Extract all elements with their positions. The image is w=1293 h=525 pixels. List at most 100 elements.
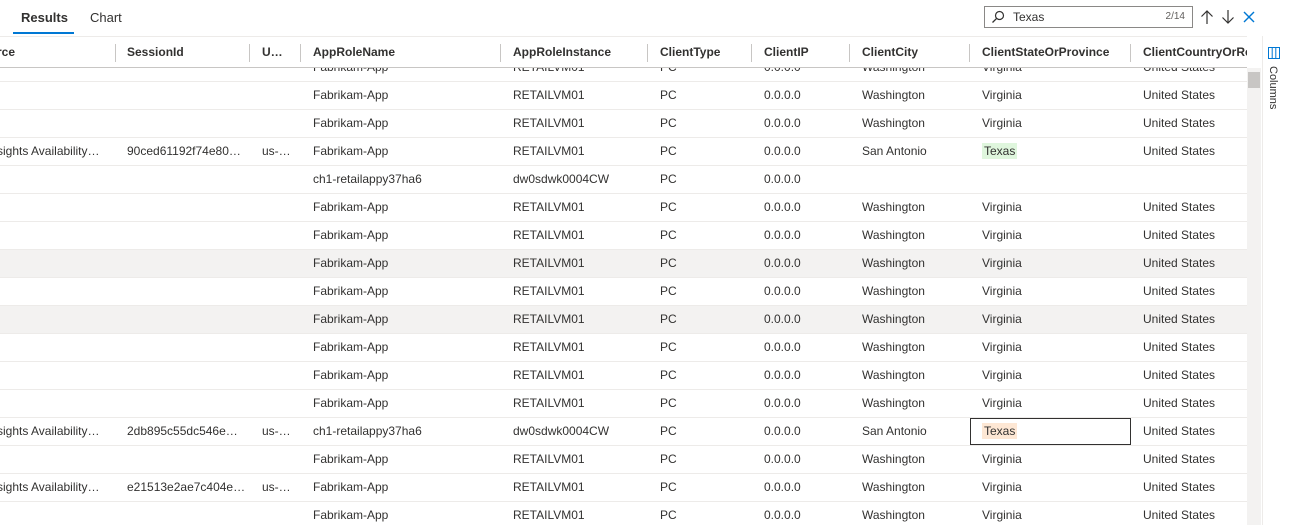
cell-session-id[interactable]: [127, 110, 245, 138]
cell-client-city[interactable]: San Antonio: [862, 138, 968, 166]
cell-client-state[interactable]: Virginia: [982, 306, 1130, 334]
cell-session-id[interactable]: 2db895c55dc546e…: [127, 418, 245, 446]
cell-client-city[interactable]: San Antonio: [862, 418, 968, 446]
cell-app-role-name[interactable]: Fabrikam-App: [313, 474, 503, 502]
cell-app-role-name[interactable]: Fabrikam-App: [313, 502, 503, 525]
cell-user[interactable]: [262, 194, 296, 222]
table-row[interactable]: Fabrikam-App RETAILVM01 PC 0.0.0.0 Washingto…: [0, 82, 1247, 110]
cell-client-country[interactable]: United States: [1143, 278, 1247, 306]
cell-client-type[interactable]: PC: [660, 166, 750, 194]
cell-client-state[interactable]: Virginia: [982, 82, 1130, 110]
cell-client-country[interactable]: United States: [1143, 110, 1247, 138]
cell-client-country[interactable]: United States: [1143, 446, 1247, 474]
cell-source[interactable]: [0, 446, 109, 474]
cell-app-role-name[interactable]: Fabrikam-App: [313, 194, 503, 222]
cell-source[interactable]: [0, 250, 109, 278]
cell-client-city[interactable]: Washington: [862, 194, 968, 222]
cell-client-state[interactable]: Virginia: [982, 362, 1130, 390]
cell-app-role-instance[interactable]: RETAILVM01: [513, 222, 643, 250]
cell-client-ip[interactable]: 0.0.0.0: [764, 362, 848, 390]
cell-client-city[interactable]: Washington: [862, 502, 968, 525]
cell-source[interactable]: [0, 82, 109, 110]
cell-client-city[interactable]: Washington: [862, 390, 968, 418]
cell-user[interactable]: [262, 110, 296, 138]
cell-client-state[interactable]: Virginia: [982, 502, 1130, 525]
cell-client-ip[interactable]: 0.0.0.0: [764, 278, 848, 306]
scrollbar-thumb[interactable]: [1248, 72, 1260, 88]
table-row[interactable]: sights Availability… e21513e2ae7c404e… us-…: [0, 474, 1247, 502]
cell-user[interactable]: [262, 166, 296, 194]
cell-client-ip[interactable]: 0.0.0.0: [764, 474, 848, 502]
column-header[interactable]: ClientType: [660, 37, 750, 68]
cell-client-type[interactable]: PC: [660, 82, 750, 110]
table-row[interactable]: Fabrikam-App RETAILVM01 PC 0.0.0.0 Washingto…: [0, 110, 1247, 138]
cell-session-id[interactable]: [127, 222, 245, 250]
cell-client-city[interactable]: Washington: [862, 250, 968, 278]
cell-session-id[interactable]: [127, 362, 245, 390]
cell-client-state[interactable]: Virginia: [982, 474, 1130, 502]
cell-client-state[interactable]: Virginia: [982, 446, 1130, 474]
cell-user[interactable]: us-…: [262, 138, 296, 166]
cell-app-role-name[interactable]: Fabrikam-App: [313, 222, 503, 250]
cell-app-role-name[interactable]: Fabrikam-App: [313, 82, 503, 110]
cell-app-role-instance[interactable]: RETAILVM01: [513, 110, 643, 138]
cell-app-role-name[interactable]: Fabrikam-App: [313, 390, 503, 418]
column-header[interactable]: ClientStateOrProvince: [982, 37, 1130, 68]
column-resize-handle[interactable]: [1130, 44, 1131, 62]
cell-source[interactable]: [0, 306, 109, 334]
cell-client-city[interactable]: Washington: [862, 362, 968, 390]
column-header[interactable]: AppRoleInstance: [513, 37, 643, 68]
cell-session-id[interactable]: [127, 166, 245, 194]
table-row[interactable]: Fabrikam-App RETAILVM01 PC 0.0.0.0 Washingto…: [0, 390, 1247, 418]
table-row[interactable]: Fabrikam-App RETAILVM01 PC 0.0.0.0 Washingto…: [0, 334, 1247, 362]
cell-client-type[interactable]: PC: [660, 418, 750, 446]
table-row[interactable]: ch1-retailappy37ha6 dw0sdwk0004CW PC 0.0.0.…: [0, 166, 1247, 194]
table-row[interactable]: Fabrikam-App RETAILVM01 PC 0.0.0.0 Washingto…: [0, 502, 1247, 525]
cell-client-ip[interactable]: 0.0.0.0: [764, 502, 848, 525]
cell-client-country[interactable]: United States: [1143, 82, 1247, 110]
column-header[interactable]: U…: [262, 37, 296, 68]
cell-user[interactable]: [262, 278, 296, 306]
cell-app-role-instance[interactable]: RETAILVM01: [513, 334, 643, 362]
cell-app-role-instance[interactable]: RETAILVM01: [513, 502, 643, 525]
cell-client-type[interactable]: PC: [660, 110, 750, 138]
cell-app-role-instance[interactable]: RETAILVM01: [513, 306, 643, 334]
column-resize-handle[interactable]: [751, 44, 752, 62]
cell-client-state[interactable]: Virginia: [982, 250, 1130, 278]
cell-session-id[interactable]: [127, 502, 245, 525]
cell-client-country[interactable]: United States: [1143, 306, 1247, 334]
cell-client-country[interactable]: United States: [1143, 390, 1247, 418]
cell-session-id[interactable]: e21513e2ae7c404e…: [127, 474, 245, 502]
cell-app-role-name[interactable]: Fabrikam-App: [313, 138, 503, 166]
cell-source[interactable]: [0, 166, 109, 194]
cell-client-state[interactable]: Virginia: [982, 222, 1130, 250]
cell-source[interactable]: [0, 502, 109, 525]
cell-client-ip[interactable]: 0.0.0.0: [764, 138, 848, 166]
cell-app-role-instance[interactable]: RETAILVM01: [513, 194, 643, 222]
cell-session-id[interactable]: 90ced61192f74e80…: [127, 138, 245, 166]
cell-client-type[interactable]: PC: [660, 502, 750, 525]
column-resize-handle[interactable]: [500, 44, 501, 62]
cell-client-type[interactable]: PC: [660, 278, 750, 306]
cell-client-country[interactable]: United States: [1143, 250, 1247, 278]
cell-app-role-name[interactable]: ch1-retailappy37ha6: [313, 418, 503, 446]
column-resize-handle[interactable]: [249, 44, 250, 62]
cell-app-role-name[interactable]: Fabrikam-App: [313, 250, 503, 278]
cell-app-role-name[interactable]: Fabrikam-App: [313, 334, 503, 362]
cell-client-state[interactable]: Virginia: [982, 278, 1130, 306]
cell-client-ip[interactable]: 0.0.0.0: [764, 334, 848, 362]
cell-session-id[interactable]: [127, 446, 245, 474]
cell-client-country[interactable]: United States: [1143, 474, 1247, 502]
cell-app-role-instance[interactable]: RETAILVM01: [513, 474, 643, 502]
cell-client-type[interactable]: PC: [660, 250, 750, 278]
columns-panel-toggle[interactable]: Columns: [1267, 66, 1279, 109]
cell-session-id[interactable]: [127, 334, 245, 362]
close-search-button[interactable]: [1240, 7, 1258, 27]
cell-client-ip[interactable]: 0.0.0.0: [764, 166, 848, 194]
cell-app-role-instance[interactable]: RETAILVM01: [513, 82, 643, 110]
cell-client-type[interactable]: PC: [660, 334, 750, 362]
cell-client-country[interactable]: United States: [1143, 194, 1247, 222]
cell-session-id[interactable]: [127, 250, 245, 278]
cell-client-state[interactable]: Virginia: [982, 334, 1130, 362]
cell-client-type[interactable]: PC: [660, 390, 750, 418]
